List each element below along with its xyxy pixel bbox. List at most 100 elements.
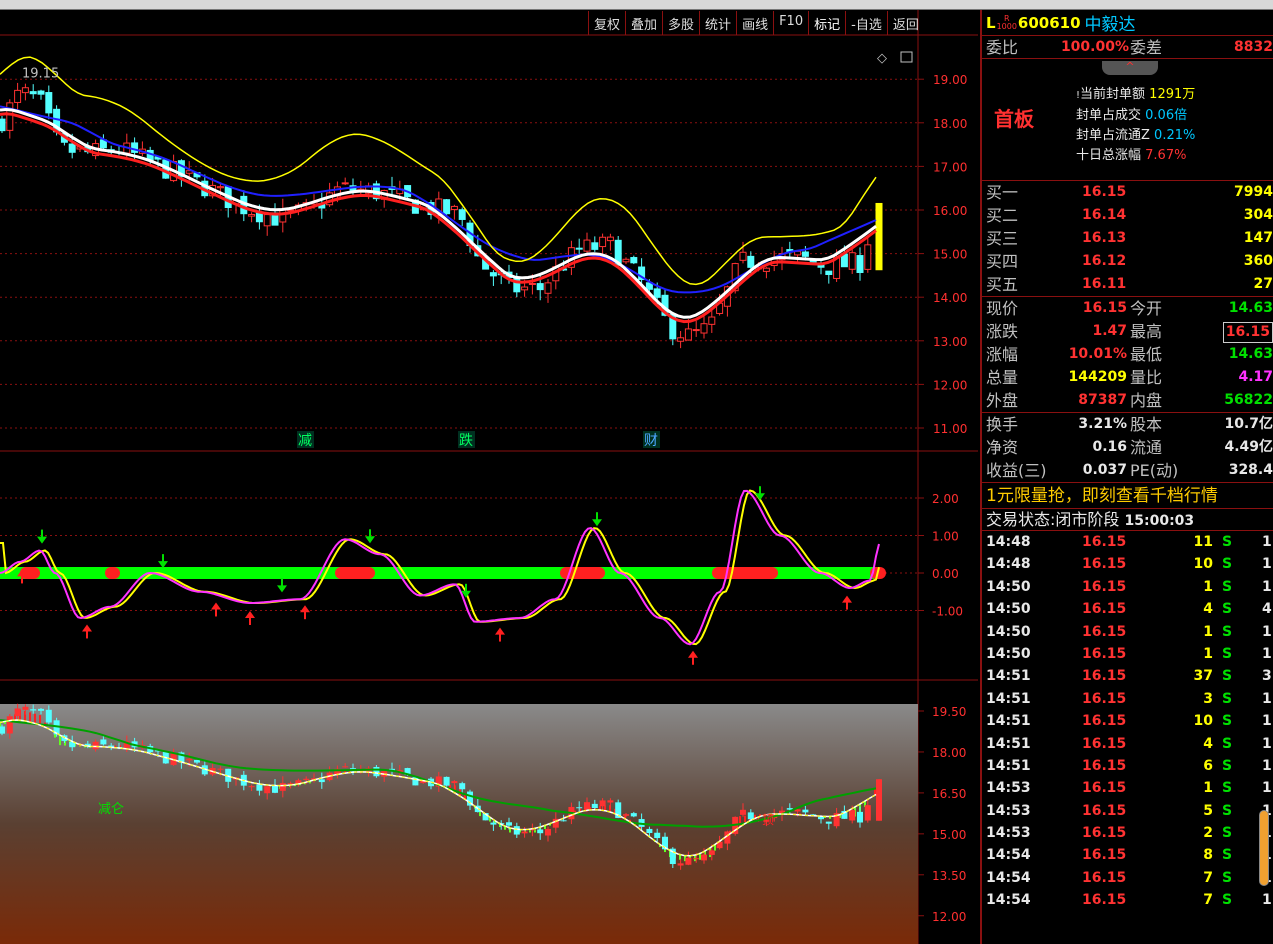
bottom-axis-label: 18.00 xyxy=(932,746,966,760)
tick-list[interactable]: 14:48 16.15 11 S 1 14:48 16.15 10 S 1 14:5… xyxy=(982,531,1273,912)
stat-label: 内盘 xyxy=(1130,391,1163,410)
osc-arrow-icon xyxy=(37,536,47,544)
stat-label: 净资 xyxy=(986,438,1019,457)
tick-time: 14:54 xyxy=(986,869,1031,886)
kline-chart-area[interactable]: 19.15 ◇ 减 跌 财 减仑顶 19.00 18.00 17.00 16.00 15.00 1… xyxy=(0,10,978,944)
stat-label: 换手 xyxy=(986,415,1019,434)
bid-row[interactable]: 买一 16.15 7994 xyxy=(982,181,1273,204)
tick-side: S xyxy=(1222,645,1233,662)
candle-body xyxy=(591,242,599,250)
tick-time: 14:51 xyxy=(986,757,1031,774)
bottom-candle-body xyxy=(22,706,29,710)
bottom-candle-body xyxy=(708,850,715,855)
bid-book: 买一 16.15 7994 买二 16.14 304 买三 16.13 147 买四 … xyxy=(982,181,1273,297)
statistics-button[interactable]: 统计 xyxy=(699,11,736,35)
tick-time: 14:53 xyxy=(986,802,1031,819)
bottom-candle-body xyxy=(217,768,224,770)
bottom-candle-body xyxy=(45,709,52,723)
bottom-axis-label: 16.50 xyxy=(932,787,966,801)
tick-row: 14:50 16.15 4 S 4 xyxy=(982,598,1273,620)
bid-row[interactable]: 买五 16.11 27 xyxy=(982,273,1273,296)
fuquan-button[interactable]: 复权 xyxy=(588,11,625,35)
tick-price: 16.15 xyxy=(1082,578,1127,595)
bid-price: 16.15 xyxy=(1082,184,1127,200)
tick-volume: 4 xyxy=(1203,735,1213,752)
tick-volume: 1 xyxy=(1203,623,1213,640)
candle-body xyxy=(801,251,809,257)
bid-row[interactable]: 买二 16.14 304 xyxy=(982,204,1273,227)
tick-count: 1 xyxy=(1262,757,1272,774)
stat-value: 1.47 xyxy=(1092,323,1127,339)
bottom-candle-body xyxy=(451,781,458,784)
multi-stock-button[interactable]: 多股 xyxy=(662,11,699,35)
f10-button[interactable]: F10 xyxy=(773,11,808,35)
tick-side: S xyxy=(1222,534,1233,550)
bid-label: 买三 xyxy=(986,229,1019,248)
tick-volume: 7 xyxy=(1203,892,1213,909)
candle-body xyxy=(14,89,22,103)
osc-arrow-icon xyxy=(495,627,505,635)
tick-scrollbar[interactable] xyxy=(1259,810,1269,886)
bid-price: 16.13 xyxy=(1082,230,1127,246)
candle-body xyxy=(622,258,630,263)
bottom-candle-body xyxy=(513,826,520,835)
draw-line-button[interactable]: 画线 xyxy=(736,11,773,35)
stat-row: 总量 144209 量比 4.17 xyxy=(982,366,1273,389)
seal-line: 封单占成交 0.06倍 xyxy=(1076,108,1188,123)
candle-body xyxy=(677,337,685,342)
event-marker: 减 xyxy=(298,433,312,449)
bid-price: 16.14 xyxy=(1082,207,1127,223)
stat-value: 0.16 xyxy=(1092,439,1127,455)
candle-body xyxy=(45,92,53,114)
bottom-candle-body xyxy=(342,766,349,768)
tick-time: 14:53 xyxy=(986,780,1031,797)
candle-body xyxy=(21,87,29,94)
tick-volume: 11 xyxy=(1193,534,1213,550)
stock-name[interactable]: 中毅达 xyxy=(1085,10,1136,35)
price-axis-label: 19.00 xyxy=(933,73,967,87)
level-tag: L xyxy=(986,13,996,32)
promo-banner[interactable]: 1元限量抢，即刻查看千档行情 xyxy=(982,483,1273,509)
osc-axis-label: 2.00 xyxy=(932,492,959,506)
tick-time: 14:50 xyxy=(986,645,1031,662)
tick-price: 16.15 xyxy=(1082,780,1127,797)
bid-row[interactable]: 买四 16.12 360 xyxy=(982,250,1273,273)
weicha-value: 8832 xyxy=(1234,39,1273,55)
stock-title: L R 1000 600610 中毅达 xyxy=(982,10,1273,36)
tick-time: 14:54 xyxy=(986,847,1031,864)
ma-white-line xyxy=(0,107,877,319)
panel-toggle-icon xyxy=(900,51,913,63)
back-button[interactable]: 返回 xyxy=(886,11,924,35)
bottom-candle-body xyxy=(740,809,746,815)
event-marker: 财 xyxy=(644,433,658,449)
collapse-toggle[interactable]: ^ xyxy=(1102,61,1158,75)
bottom-candle-body xyxy=(591,803,598,809)
candle-body xyxy=(0,118,6,132)
stat-label: 股本 xyxy=(1130,415,1163,434)
price-axis-label: 14.00 xyxy=(933,291,967,305)
bottom-candle-body xyxy=(506,822,512,826)
osc-arrow-icon xyxy=(842,595,852,603)
bid-price: 16.12 xyxy=(1082,253,1127,269)
candle-body xyxy=(762,267,770,272)
window-top-strip xyxy=(0,0,1273,10)
tick-volume: 1 xyxy=(1203,578,1213,595)
tick-price: 16.15 xyxy=(1082,757,1127,774)
peak-price-label: 19.15 xyxy=(22,67,59,82)
stat-label: 总量 xyxy=(986,368,1019,387)
tick-price: 16.15 xyxy=(1082,847,1127,864)
overlay-button[interactable]: 叠加 xyxy=(625,11,662,35)
candle-body xyxy=(443,199,451,215)
bottom-candle-body xyxy=(584,802,590,810)
tick-time: 14:51 xyxy=(986,690,1031,707)
tick-count: 1 xyxy=(1262,578,1272,595)
tick-side: S xyxy=(1222,869,1233,886)
remove-watchlist-button[interactable]: -自选 xyxy=(845,11,887,35)
bid-row[interactable]: 买三 16.13 147 xyxy=(982,227,1273,250)
candle-body xyxy=(864,244,872,270)
price-axis-label: 16.00 xyxy=(933,204,967,218)
candle-body xyxy=(739,251,747,261)
tick-price: 16.15 xyxy=(1082,623,1127,640)
mark-button[interactable]: 标记 xyxy=(808,11,845,35)
stat-label: 流通 xyxy=(1130,438,1163,457)
